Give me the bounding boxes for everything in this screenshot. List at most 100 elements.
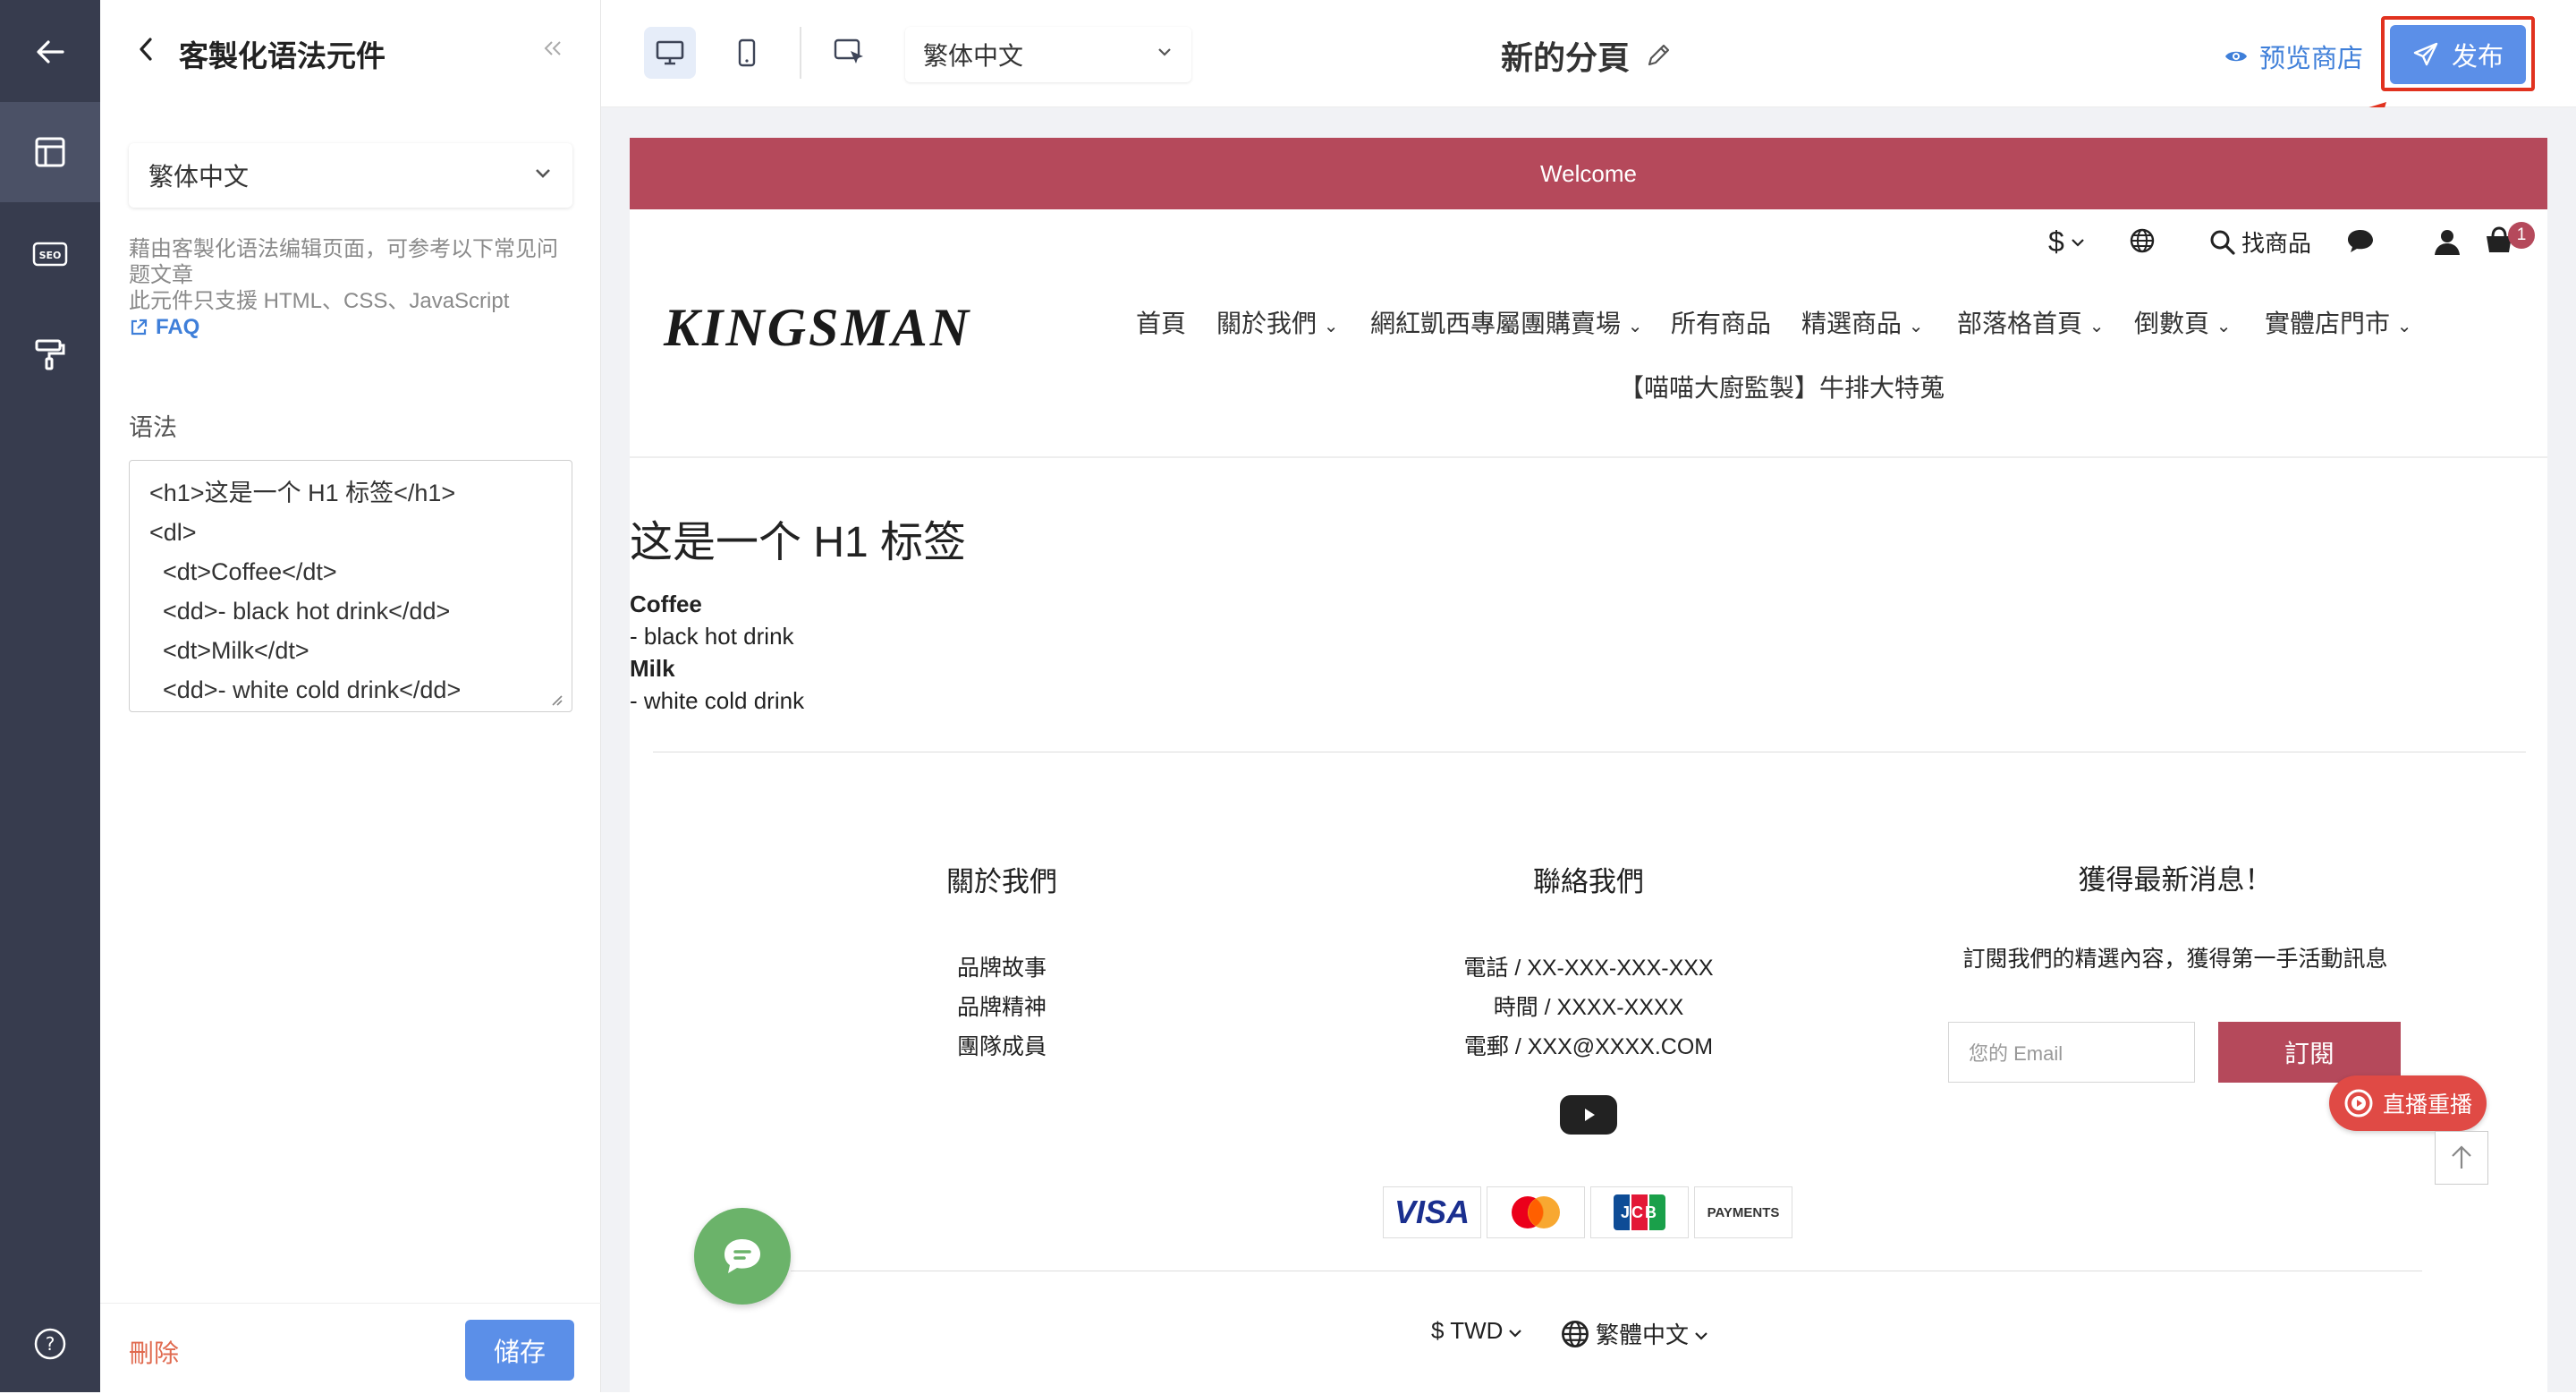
toolbar-language-value: 繁体中文 <box>923 42 1024 70</box>
footer-about-link[interactable]: 品牌故事 <box>868 950 1136 982</box>
cart-count-badge: 1 <box>2508 222 2535 249</box>
chevron-down-icon: ⌄ <box>2089 317 2105 336</box>
chat-icon[interactable] <box>2345 227 2376 254</box>
dl-term: Coffee <box>630 591 702 617</box>
footer-contact-line: 時間 / XXXX-XXXX <box>1493 995 1684 1020</box>
welcome-banner: Welcome <box>630 138 2547 209</box>
code-editor[interactable]: <h1>这是一个 H1 标签</h1> <dl> <dt>Coffee</dt>… <box>129 460 572 712</box>
subscribe-button[interactable]: 訂閱 <box>2218 1022 2401 1083</box>
pencil-icon[interactable] <box>1644 41 1673 70</box>
delete-button[interactable]: 刪除 <box>129 1334 179 1370</box>
seo-icon[interactable]: SEO <box>0 204 100 304</box>
header-divider <box>630 456 2547 458</box>
resize-handle-icon[interactable] <box>547 691 564 711</box>
footer-news-title: 獲得最新消息！ <box>2078 864 2273 896</box>
desktop-view-icon[interactable] <box>644 27 696 79</box>
back-arrow-icon[interactable] <box>0 2 100 102</box>
footer-contact-line: 電話 / XX-XXX-XXX-XXX <box>1463 956 1714 981</box>
message-icon <box>724 1239 760 1273</box>
nav-item-group-buy[interactable]: 網紅凱西專屬團購賣場 ⌄ <box>1370 304 1643 340</box>
store-preview: Welcome $ 找商品 1 KINGSMAN 首頁 關於我們 ⌄ 網紅凱西專… <box>630 138 2547 1392</box>
currency-symbol: $ <box>2048 225 2064 258</box>
chevron-down-icon: ⌄ <box>2216 317 2232 336</box>
footer-about-link[interactable]: 品牌精神 <box>868 990 1136 1022</box>
support-text: 此元件只支援 HTML、CSS、JavaScript <box>129 289 510 313</box>
faq-link[interactable]: FAQ <box>129 314 567 340</box>
chevron-down-icon: ⌄ <box>1627 317 1643 336</box>
footer-about-title: 關於我們 <box>946 866 1057 897</box>
footer-contact-line: 電郵 / XXX@XXXX.COM <box>1463 1034 1714 1059</box>
nav-item-featured[interactable]: 精選商品 ⌄ <box>1801 304 1924 340</box>
chat-bubble-button[interactable] <box>694 1208 791 1305</box>
live-replay-button[interactable]: 直播重播 <box>2329 1075 2487 1131</box>
save-button[interactable]: 储存 <box>465 1320 574 1381</box>
toolbar-language-select[interactable]: 繁体中文 <box>905 27 1191 82</box>
page-title[interactable]: 新的分頁 <box>1501 32 1673 79</box>
chevron-down-icon <box>1156 47 1174 64</box>
language-select[interactable]: 繁体中文 <box>129 143 572 208</box>
jcb-text: JCB <box>1620 1203 1658 1221</box>
eye-icon <box>2225 51 2247 62</box>
globe-icon <box>1562 1320 1589 1347</box>
chevron-down-icon: ⌄ <box>1323 317 1339 336</box>
collapse-panel-icon[interactable] <box>542 38 564 64</box>
footer-language-value: 繁體中文 <box>1596 1322 1690 1348</box>
nav-item-all-products[interactable]: 所有商品 <box>1671 304 1771 340</box>
layout-icon[interactable] <box>0 102 100 202</box>
toolbar-divider <box>800 27 801 79</box>
payments-logo: PAYMENTS <box>1694 1186 1792 1238</box>
scroll-to-top-button[interactable] <box>2435 1131 2488 1185</box>
nav-item-steak[interactable]: 【喵喵大廚監製】牛排大特蒐 <box>1619 369 1945 404</box>
youtube-icon[interactable] <box>1560 1095 1617 1135</box>
footer-news-desc: 訂閱我們的精選內容，獲得第一手活動訊息 <box>1962 947 2388 972</box>
help-text: 藉由客製化语法编辑页面，可参考以下常见问题文章 <box>129 237 558 287</box>
chevron-down-icon: ⌄ <box>2396 317 2412 336</box>
footer-contact-title: 聯絡我們 <box>1533 866 1644 897</box>
chevron-down-icon <box>2072 238 2084 247</box>
currency-selector[interactable]: $ <box>2048 225 2086 259</box>
visa-logo: VISA <box>1383 1186 1481 1238</box>
nav-item-about[interactable]: 關於我們 ⌄ <box>1216 304 1339 340</box>
page-title-text: 新的分頁 <box>1501 39 1631 76</box>
email-input[interactable]: 您的 Email <box>1948 1022 2195 1083</box>
nav-item-stores[interactable]: 實體店門市 ⌄ <box>2265 304 2412 340</box>
footer-about-link[interactable]: 團隊成員 <box>868 1029 1136 1061</box>
store-logo[interactable]: KINGSMAN <box>664 297 971 359</box>
nav-item-label: 倒數頁 <box>2134 310 2210 337</box>
account-icon[interactable] <box>2433 227 2462 256</box>
language-select-value: 繁体中文 <box>148 163 250 191</box>
back-chevron-icon[interactable] <box>136 36 157 67</box>
nav-item-countdown[interactable]: 倒數頁 ⌄ <box>2134 304 2232 340</box>
nav-item-label: 網紅凱西專屬團購賣場 <box>1370 310 1622 337</box>
help-icon[interactable]: ? <box>0 1294 100 1394</box>
live-replay-label: 直播重播 <box>2382 1092 2472 1118</box>
nav-item-blog[interactable]: 部落格首頁 ⌄ <box>1957 304 2105 340</box>
faq-label: FAQ <box>156 315 200 339</box>
search-label: 找商品 <box>2241 230 2312 257</box>
top-toolbar: 繁体中文 新的分頁 预览商店 发布 <box>601 0 2576 107</box>
globe-icon[interactable] <box>2129 227 2156 254</box>
paint-roller-icon[interactable] <box>0 304 100 404</box>
preview-store-link[interactable]: 预览商店 <box>2224 38 2363 75</box>
preview-store-label: 预览商店 <box>2259 45 2364 73</box>
help-text-block: 藉由客製化语法编辑页面，可参考以下常见问题文章 此元件只支援 HTML、CSS、… <box>129 236 567 340</box>
payments-text: PAYMENTS <box>1707 1204 1780 1220</box>
mobile-view-icon[interactable] <box>721 27 773 79</box>
nav-item-label: 實體店門市 <box>2265 310 2391 337</box>
nav-item-label: 精選商品 <box>1801 310 1902 337</box>
nav-item-label: 關於我們 <box>1216 310 1318 337</box>
footer-currency-select[interactable]: $ TWD <box>1431 1317 1522 1345</box>
mastercard-logo <box>1487 1186 1585 1238</box>
footer-language-select[interactable]: 繁體中文 <box>1560 1317 1708 1350</box>
dl-desc: - white cold drink <box>630 687 805 714</box>
send-icon <box>2413 42 2438 66</box>
chevron-down-icon <box>1694 1320 1708 1347</box>
nav-item-home[interactable]: 首頁 <box>1136 304 1186 340</box>
select-element-icon[interactable] <box>825 27 877 79</box>
left-rail: SEO ? <box>0 0 100 1392</box>
search-icon <box>2210 230 2235 255</box>
play-circle-icon <box>2344 1089 2373 1118</box>
publish-button[interactable]: 发布 <box>2390 25 2526 84</box>
product-search[interactable]: 找商品 <box>2209 225 2311 259</box>
content-h1: 这是一个 H1 标签 <box>630 519 967 566</box>
